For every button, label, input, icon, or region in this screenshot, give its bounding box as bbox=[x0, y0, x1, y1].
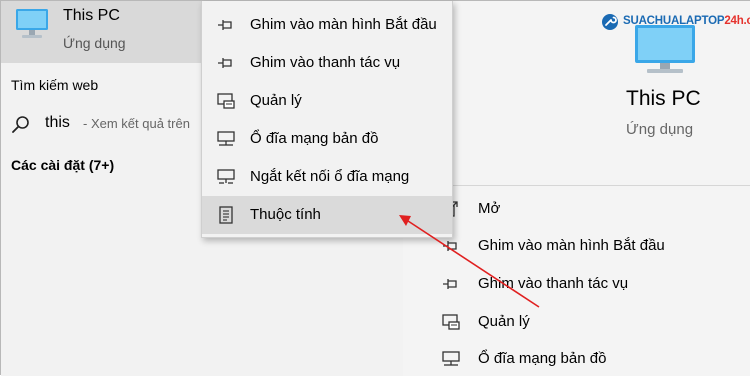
top-result-this-pc[interactable]: This PC Ứng dụng bbox=[1, 1, 211, 63]
pin-icon bbox=[218, 58, 232, 68]
top-result-subtitle: Ứng dụng bbox=[63, 35, 126, 51]
top-result-title: This PC bbox=[63, 7, 120, 24]
map-network-drive-icon bbox=[217, 131, 235, 146]
menu-item-properties[interactable]: Thuộc tính bbox=[202, 196, 452, 234]
menu-item-pin-start[interactable]: Ghim vào màn hình Bắt đầu bbox=[202, 6, 452, 44]
menu-item-pin-taskbar[interactable]: Ghim vào thanh tác vụ bbox=[202, 44, 452, 82]
preview-subtitle: Ứng dụng bbox=[626, 121, 694, 138]
preview-action-label: Quản lý bbox=[478, 313, 530, 330]
search-icon bbox=[12, 116, 29, 133]
map-network-drive-icon bbox=[442, 351, 460, 366]
preview-divider bbox=[403, 185, 750, 186]
menu-item-label: Thuộc tính bbox=[250, 206, 321, 223]
menu-item-label: Quản lý bbox=[250, 92, 302, 109]
search-web-heading: Tìm kiếm web bbox=[11, 77, 99, 93]
preview-title: This PC bbox=[626, 87, 701, 110]
menu-item-label: Ghim vào thanh tác vụ bbox=[250, 54, 401, 71]
menu-item-label: Ổ đĩa mạng bản đồ bbox=[250, 130, 379, 147]
menu-item-manage[interactable]: Quản lý bbox=[202, 82, 452, 120]
manage-icon bbox=[217, 93, 235, 109]
pin-icon bbox=[218, 20, 232, 30]
menu-item-map-drive[interactable]: Ổ đĩa mạng bản đồ bbox=[202, 120, 452, 158]
disconnect-network-drive-icon bbox=[217, 169, 235, 184]
manage-icon bbox=[442, 314, 460, 330]
menu-item-disconnect-drive[interactable]: Ngắt kết nối ổ đĩa mạng bbox=[202, 158, 452, 196]
brand-wrench-icon bbox=[602, 14, 618, 30]
search-hint-text: - Xem kết quả trên bbox=[83, 116, 190, 131]
this-pc-icon bbox=[16, 9, 48, 38]
preview-action-label: Ghim vào màn hình Bắt đầu bbox=[478, 237, 665, 254]
properties-icon bbox=[219, 206, 233, 224]
context-menu: Ghim vào màn hình Bắt đầu Ghim vào thanh… bbox=[201, 1, 453, 238]
settings-heading: Các cài đặt (7+) bbox=[11, 157, 115, 173]
menu-item-label: Ghim vào màn hình Bắt đầu bbox=[250, 16, 437, 33]
this-pc-large-icon bbox=[635, 25, 695, 73]
preview-action-label: Ghim vào thanh tác vụ bbox=[478, 275, 629, 292]
preview-action-label: Mở bbox=[478, 200, 501, 217]
pin-icon bbox=[443, 279, 457, 289]
brand-name-accent: 24h.com bbox=[724, 15, 750, 27]
pin-icon bbox=[443, 241, 457, 251]
preview-action-label: Ổ đĩa mạng bản đồ bbox=[478, 350, 607, 367]
menu-item-label: Ngắt kết nối ổ đĩa mạng bbox=[250, 168, 410, 185]
search-query-text: this bbox=[45, 114, 70, 131]
